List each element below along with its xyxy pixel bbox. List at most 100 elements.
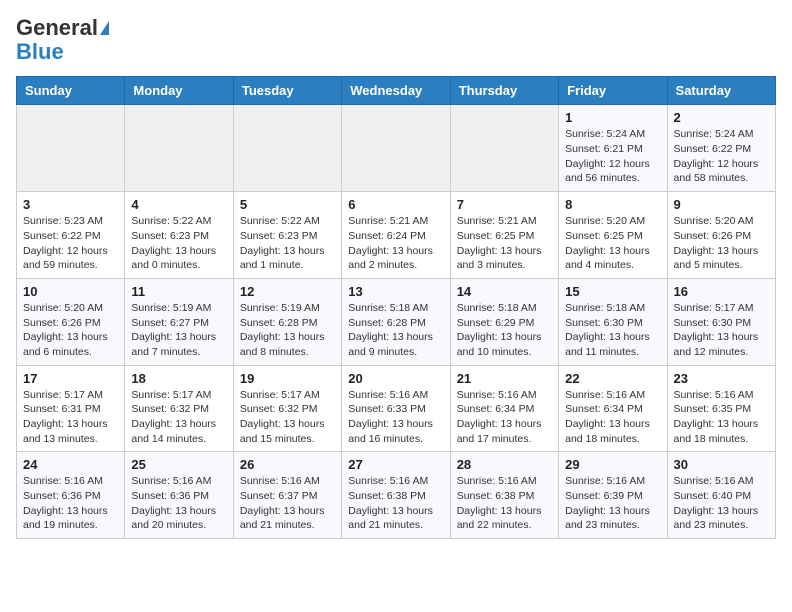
calendar-cell: 6Sunrise: 5:21 AMSunset: 6:24 PMDaylight…	[342, 192, 450, 279]
cell-info: Sunrise: 5:18 AMSunset: 6:28 PMDaylight:…	[348, 301, 443, 360]
cell-info: Sunrise: 5:16 AMSunset: 6:34 PMDaylight:…	[457, 388, 552, 447]
cell-info: Sunrise: 5:16 AMSunset: 6:34 PMDaylight:…	[565, 388, 660, 447]
calendar-cell: 26 Sunrise: 5:16 AMSunset: 6:37 PMDayligh…	[233, 452, 341, 539]
calendar-table: SundayMondayTuesdayWednesdayThursdayFrid…	[16, 76, 776, 539]
day-number: 15	[565, 284, 660, 299]
cell-info: Sunrise: 5:17 AMSunset: 6:32 PMDaylight:…	[240, 388, 335, 447]
cell-info: Sunrise: 5:16 AMSunset: 6:38 PMDaylight:…	[348, 474, 443, 533]
calendar-week-row: 3Sunrise: 5:23 AMSunset: 6:22 PMDaylight…	[17, 192, 776, 279]
day-number: 14	[457, 284, 552, 299]
calendar-cell: 24 Sunrise: 5:16 AMSunset: 6:36 PMDayligh…	[17, 452, 125, 539]
calendar-cell: 21 Sunrise: 5:16 AMSunset: 6:34 PMDayligh…	[450, 365, 558, 452]
weekday-header: Monday	[125, 77, 233, 105]
calendar-cell: 11Sunrise: 5:19 AMSunset: 6:27 PMDayligh…	[125, 278, 233, 365]
day-number: 19	[240, 371, 335, 386]
day-number: 21	[457, 371, 552, 386]
day-number: 17	[23, 371, 118, 386]
weekday-header: Sunday	[17, 77, 125, 105]
day-number: 5	[240, 197, 335, 212]
calendar-cell: 1 Sunrise: 5:24 AMSunset: 6:21 PMDaylight…	[559, 105, 667, 192]
day-number: 27	[348, 457, 443, 472]
day-number: 24	[23, 457, 118, 472]
cell-info: Sunrise: 5:17 AMSunset: 6:30 PMDaylight:…	[674, 301, 769, 360]
logo-icon	[100, 21, 109, 35]
cell-info: Sunrise: 5:16 AMSunset: 6:36 PMDaylight:…	[131, 474, 226, 533]
calendar-cell	[342, 105, 450, 192]
cell-info: Sunrise: 5:19 AMSunset: 6:28 PMDaylight:…	[240, 301, 335, 360]
day-number: 29	[565, 457, 660, 472]
calendar-header-row: SundayMondayTuesdayWednesdayThursdayFrid…	[17, 77, 776, 105]
day-number: 16	[674, 284, 769, 299]
day-number: 26	[240, 457, 335, 472]
cell-info: Sunrise: 5:16 AMSunset: 6:40 PMDaylight:…	[674, 474, 769, 533]
logo-blue: Blue	[16, 40, 64, 64]
calendar-cell: 3Sunrise: 5:23 AMSunset: 6:22 PMDaylight…	[17, 192, 125, 279]
calendar-cell: 22 Sunrise: 5:16 AMSunset: 6:34 PMDayligh…	[559, 365, 667, 452]
day-number: 7	[457, 197, 552, 212]
calendar-cell: 20 Sunrise: 5:16 AMSunset: 6:33 PMDayligh…	[342, 365, 450, 452]
cell-info: Sunrise: 5:20 AMSunset: 6:25 PMDaylight:…	[565, 214, 660, 273]
cell-info: Sunrise: 5:18 AMSunset: 6:30 PMDaylight:…	[565, 301, 660, 360]
calendar-cell: 17 Sunrise: 5:17 AMSunset: 6:31 PMDayligh…	[17, 365, 125, 452]
calendar-cell: 28 Sunrise: 5:16 AMSunset: 6:38 PMDayligh…	[450, 452, 558, 539]
weekday-header: Tuesday	[233, 77, 341, 105]
day-number: 4	[131, 197, 226, 212]
calendar-cell: 13 Sunrise: 5:18 AMSunset: 6:28 PMDayligh…	[342, 278, 450, 365]
calendar-week-row: 1 Sunrise: 5:24 AMSunset: 6:21 PMDaylight…	[17, 105, 776, 192]
day-number: 3	[23, 197, 118, 212]
weekday-header: Friday	[559, 77, 667, 105]
calendar-cell: 4 Sunrise: 5:22 AMSunset: 6:23 PMDaylight…	[125, 192, 233, 279]
day-number: 22	[565, 371, 660, 386]
calendar-body: 1 Sunrise: 5:24 AMSunset: 6:21 PMDaylight…	[17, 105, 776, 539]
cell-info: Sunrise: 5:22 AMSunset: 6:23 PMDaylight:…	[240, 214, 335, 273]
calendar-cell: 18 Sunrise: 5:17 AMSunset: 6:32 PMDayligh…	[125, 365, 233, 452]
cell-info: Sunrise: 5:20 AMSunset: 6:26 PMDaylight:…	[674, 214, 769, 273]
weekday-header: Thursday	[450, 77, 558, 105]
calendar-cell: 14 Sunrise: 5:18 AMSunset: 6:29 PMDayligh…	[450, 278, 558, 365]
cell-info: Sunrise: 5:16 AMSunset: 6:37 PMDaylight:…	[240, 474, 335, 533]
cell-info: Sunrise: 5:16 AMSunset: 6:36 PMDaylight:…	[23, 474, 118, 533]
cell-info: Sunrise: 5:16 AMSunset: 6:39 PMDaylight:…	[565, 474, 660, 533]
day-number: 20	[348, 371, 443, 386]
day-number: 28	[457, 457, 552, 472]
day-number: 25	[131, 457, 226, 472]
calendar-cell: 2Sunrise: 5:24 AMSunset: 6:22 PMDaylight…	[667, 105, 775, 192]
calendar-cell	[450, 105, 558, 192]
calendar-cell: 23 Sunrise: 5:16 AMSunset: 6:35 PMDayligh…	[667, 365, 775, 452]
day-number: 30	[674, 457, 769, 472]
calendar-cell: 15 Sunrise: 5:18 AMSunset: 6:30 PMDayligh…	[559, 278, 667, 365]
day-number: 10	[23, 284, 118, 299]
cell-info: Sunrise: 5:16 AMSunset: 6:38 PMDaylight:…	[457, 474, 552, 533]
cell-info: Sunrise: 5:22 AMSunset: 6:23 PMDaylight:…	[131, 214, 226, 273]
calendar-cell: 7 Sunrise: 5:21 AMSunset: 6:25 PMDaylight…	[450, 192, 558, 279]
cell-info: Sunrise: 5:21 AMSunset: 6:25 PMDaylight:…	[457, 214, 552, 273]
day-number: 23	[674, 371, 769, 386]
calendar-cell	[233, 105, 341, 192]
calendar-cell: 19 Sunrise: 5:17 AMSunset: 6:32 PMDayligh…	[233, 365, 341, 452]
cell-info: Sunrise: 5:16 AMSunset: 6:35 PMDaylight:…	[674, 388, 769, 447]
calendar-week-row: 24 Sunrise: 5:16 AMSunset: 6:36 PMDayligh…	[17, 452, 776, 539]
cell-info: Sunrise: 5:24 AMSunset: 6:21 PMDaylight:…	[565, 127, 660, 186]
day-number: 18	[131, 371, 226, 386]
calendar-cell: 9 Sunrise: 5:20 AMSunset: 6:26 PMDaylight…	[667, 192, 775, 279]
calendar-cell	[125, 105, 233, 192]
day-number: 9	[674, 197, 769, 212]
day-number: 1	[565, 110, 660, 125]
cell-info: Sunrise: 5:19 AMSunset: 6:27 PMDaylight:…	[131, 301, 226, 360]
cell-info: Sunrise: 5:17 AMSunset: 6:32 PMDaylight:…	[131, 388, 226, 447]
cell-info: Sunrise: 5:16 AMSunset: 6:33 PMDaylight:…	[348, 388, 443, 447]
calendar-cell	[17, 105, 125, 192]
cell-info: Sunrise: 5:21 AMSunset: 6:24 PMDaylight:…	[348, 214, 443, 273]
calendar-week-row: 10 Sunrise: 5:20 AMSunset: 6:26 PMDayligh…	[17, 278, 776, 365]
calendar-cell: 8Sunrise: 5:20 AMSunset: 6:25 PMDaylight…	[559, 192, 667, 279]
calendar-week-row: 17 Sunrise: 5:17 AMSunset: 6:31 PMDayligh…	[17, 365, 776, 452]
logo: General Blue	[16, 16, 109, 64]
calendar-cell: 27 Sunrise: 5:16 AMSunset: 6:38 PMDayligh…	[342, 452, 450, 539]
calendar-cell: 16 Sunrise: 5:17 AMSunset: 6:30 PMDayligh…	[667, 278, 775, 365]
day-number: 12	[240, 284, 335, 299]
day-number: 13	[348, 284, 443, 299]
cell-info: Sunrise: 5:20 AMSunset: 6:26 PMDaylight:…	[23, 301, 118, 360]
cell-info: Sunrise: 5:17 AMSunset: 6:31 PMDaylight:…	[23, 388, 118, 447]
cell-info: Sunrise: 5:18 AMSunset: 6:29 PMDaylight:…	[457, 301, 552, 360]
calendar-cell: 5 Sunrise: 5:22 AMSunset: 6:23 PMDaylight…	[233, 192, 341, 279]
